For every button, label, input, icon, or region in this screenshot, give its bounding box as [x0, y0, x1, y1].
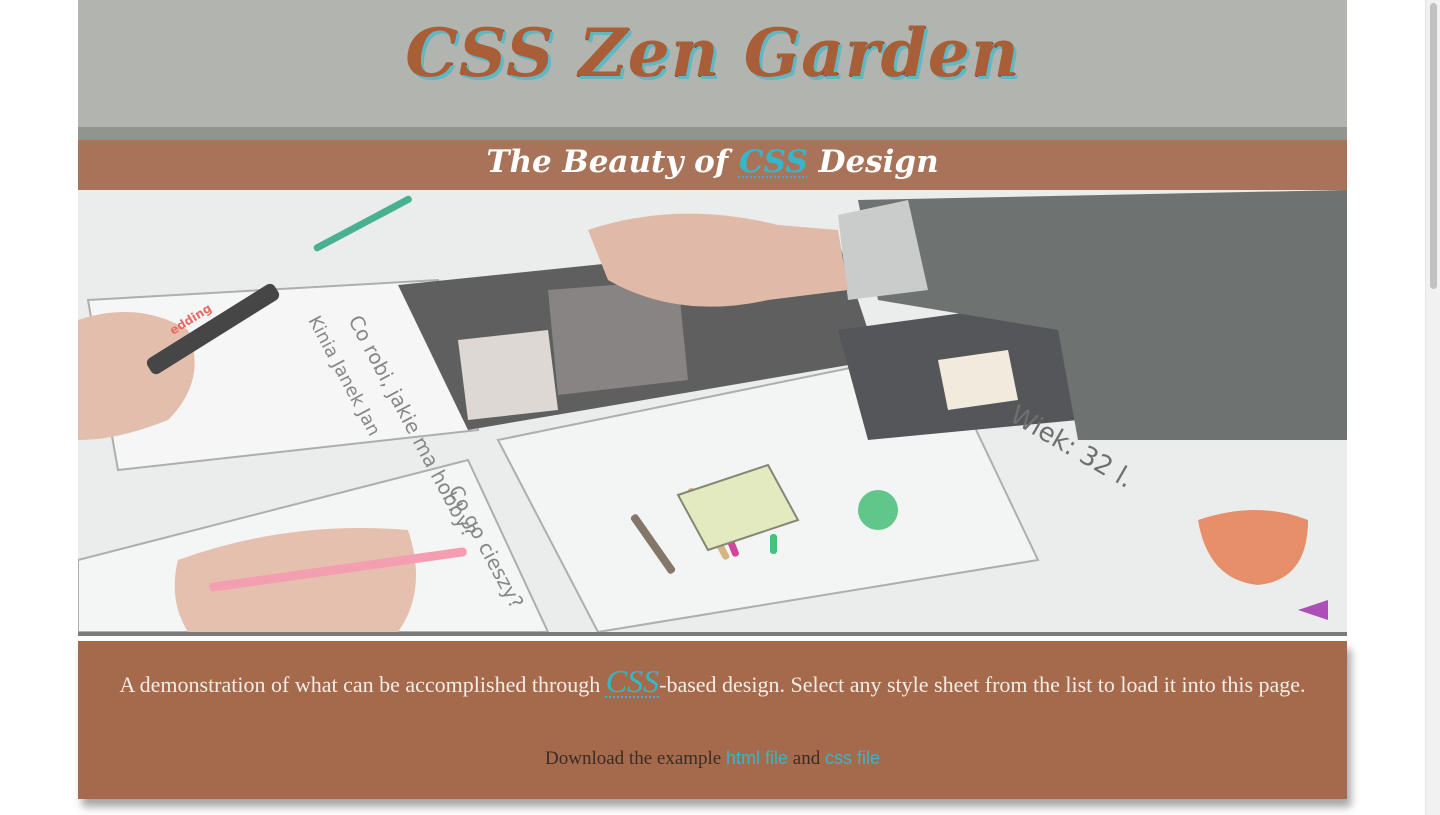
scrollbar-thumb[interactable]	[1430, 3, 1437, 289]
intro-text-before: A demonstration of what can be accomplis…	[119, 672, 601, 697]
subtitle-band: The Beauty of CSS Design	[78, 140, 1347, 190]
download-line: Download the example html file and css f…	[78, 748, 1347, 770]
intro-text-after: -based design. Select any style sheet fr…	[659, 672, 1306, 697]
subtitle-before: The Beauty of	[486, 144, 729, 180]
html-file-link[interactable]: html file	[726, 748, 788, 768]
css-file-link[interactable]: css file	[825, 748, 880, 768]
title-band: CSS Zen Garden	[78, 0, 1347, 127]
intro-text: A demonstration of what can be accomplis…	[92, 665, 1333, 697]
subtitle-after: Design	[818, 144, 939, 180]
download-prefix: Download the example	[545, 748, 722, 769]
hero-image: Co robi, jakie ma hobby? Kinia Janek Jan…	[78, 0, 1347, 632]
site-subtitle: The Beauty of CSS Design	[78, 144, 1347, 180]
page-container: Co robi, jakie ma hobby? Kinia Janek Jan…	[78, 0, 1347, 815]
site-title: CSS Zen Garden	[405, 14, 1020, 92]
subtitle-css-abbr[interactable]: CSS	[739, 144, 808, 180]
vertical-scrollbar[interactable]	[1425, 0, 1440, 815]
intro-panel: A demonstration of what can be accomplis…	[78, 641, 1347, 799]
hero-divider	[78, 632, 1347, 636]
download-and: and	[792, 748, 821, 769]
intro-css-abbr[interactable]: CSS	[606, 663, 659, 699]
